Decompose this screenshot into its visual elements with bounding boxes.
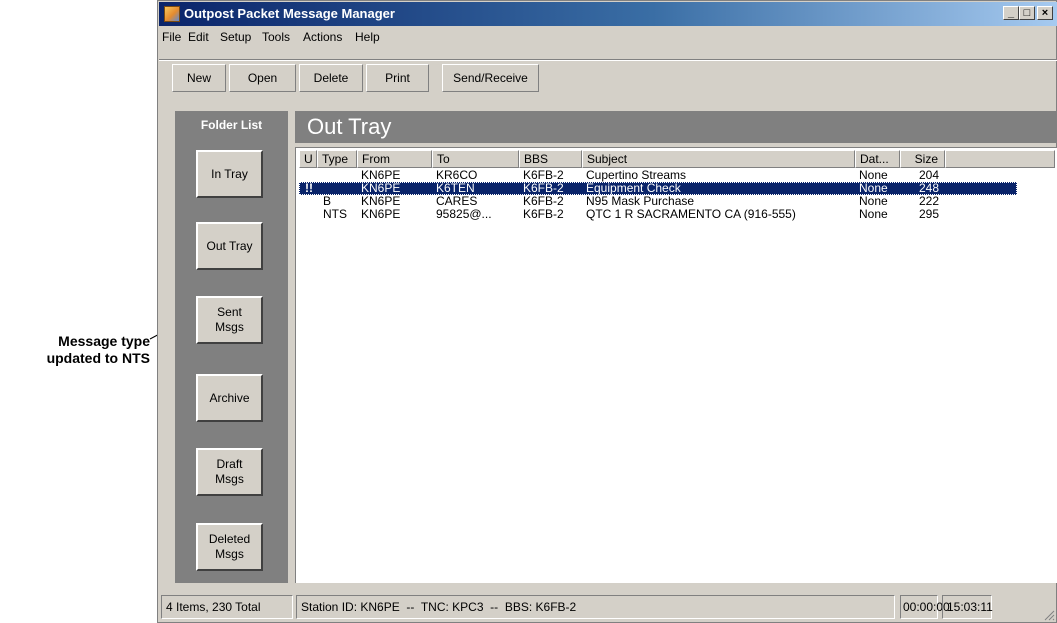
folder-out-tray-label: Out Tray (206, 238, 253, 253)
cell-bbs: K6FB-2 (523, 182, 564, 195)
folder-archive-label: Archive (209, 390, 250, 405)
list-header: U Type From To BBS Subject Dat... Size (299, 150, 1055, 168)
cell-type: B (323, 195, 332, 208)
menu-setup[interactable]: Setup (220, 30, 251, 44)
cell-bbs: K6FB-2 (523, 208, 564, 221)
column-unread[interactable]: U (299, 150, 317, 168)
cell-to: CARES (436, 195, 478, 208)
cell-date: None (859, 195, 888, 208)
folder-deleted-msgs[interactable]: Deleted Msgs (196, 523, 263, 571)
outpost-app-icon[interactable] (164, 6, 180, 22)
cell-type: NTS (323, 208, 347, 221)
folder-list-title: Folder List (200, 118, 263, 132)
table-row[interactable]: KN6PE KR6CO K6FB-2 Cupertino Streams Non… (299, 169, 1017, 182)
table-row[interactable]: B KN6PE CARES K6FB-2 N95 Mask Purchase N… (299, 195, 1017, 208)
menu-help[interactable]: Help (355, 30, 380, 44)
column-from[interactable]: From (357, 150, 432, 168)
folder-deleted-msgs-label: Deleted Msgs (208, 532, 251, 561)
folder-out-tray[interactable]: Out Tray (196, 222, 263, 270)
status-timer: 00:00:00 (900, 595, 950, 619)
window-title: Outpost Packet Message Manager (184, 6, 395, 21)
minimize-button[interactable]: _ (1003, 6, 1019, 20)
cell-to: K6TEN (436, 182, 475, 195)
cell-bbs: K6FB-2 (523, 195, 564, 208)
table-row-selected[interactable]: !! KN6PE K6TEN K6FB-2 Equipment Check No… (299, 182, 1017, 195)
close-button[interactable]: × (1037, 6, 1053, 20)
cell-size: 295 (918, 208, 939, 221)
status-clock: 15:03:11 (942, 595, 993, 619)
cell-subject: QTC 1 R SACRAMENTO CA (916-555) (586, 208, 796, 221)
print-button[interactable]: Print (366, 64, 429, 92)
delete-button[interactable]: Delete (299, 64, 363, 92)
folder-in-tray[interactable]: In Tray (196, 150, 263, 198)
cell-size: 248 (918, 182, 939, 195)
folder-archive[interactable]: Archive (196, 374, 263, 422)
cell-from: KN6PE (361, 208, 401, 221)
menu-actions[interactable]: Actions (303, 30, 342, 44)
status-station-info: Station ID: KN6PE -- TNC: KPC3 -- BBS: K… (296, 595, 895, 619)
cell-unread: !! (305, 182, 313, 195)
cell-subject: N95 Mask Purchase (586, 195, 695, 208)
toolbar: New Open Delete Print Send/Receive (159, 47, 1057, 97)
folder-list-panel: Folder List In Tray Out Tray Sent Msgs A… (175, 111, 288, 583)
cell-bbs: K6FB-2 (523, 169, 564, 182)
column-subject[interactable]: Subject (582, 150, 855, 168)
annotation-line-2: updated to NTS (46, 350, 150, 366)
column-to[interactable]: To (432, 150, 519, 168)
annotation-line-1: Message type (58, 333, 150, 349)
folder-draft-msgs-label: Draft Msgs (215, 457, 244, 486)
menu-edit[interactable]: Edit (188, 30, 209, 44)
cell-date: None (859, 208, 888, 221)
annotation-label: Message type updated to NTS (0, 333, 150, 367)
new-button[interactable]: New (172, 64, 226, 92)
cell-subject: Equipment Check (586, 182, 681, 195)
status-bar: 4 Items, 230 Total Station ID: KN6PE -- … (159, 587, 1057, 623)
folder-in-tray-label: In Tray (211, 166, 248, 181)
tray-header: Out Tray (295, 111, 1057, 143)
folder-sent-msgs[interactable]: Sent Msgs (196, 296, 263, 344)
cell-to: 95825@... (436, 208, 492, 221)
cell-date: None (859, 169, 888, 182)
maximize-button[interactable]: □ (1019, 6, 1035, 20)
cell-size: 204 (918, 169, 939, 182)
cell-from: KN6PE (361, 195, 401, 208)
menu-tools[interactable]: Tools (262, 30, 290, 44)
app-window: Outpost Packet Message Manager _ □ × Fil… (157, 0, 1057, 623)
menu-bar: File Edit Setup Tools Actions Help (159, 27, 1057, 47)
cell-from: KN6PE (361, 169, 401, 182)
column-bbs[interactable]: BBS (519, 150, 582, 168)
folder-sent-msgs-label: Sent Msgs (215, 305, 244, 334)
resize-grip-icon[interactable] (1043, 609, 1055, 621)
status-item-count: 4 Items, 230 Total (161, 595, 293, 619)
column-filler (945, 150, 1055, 168)
message-list[interactable]: U Type From To BBS Subject Dat... Size K… (295, 147, 1057, 583)
toolbar-divider (159, 59, 1057, 61)
tray-title: Out Tray (307, 114, 392, 139)
column-size[interactable]: Size (900, 150, 945, 168)
table-row[interactable]: NTS KN6PE 95825@... K6FB-2 QTC 1 R SACRA… (299, 208, 1017, 221)
open-button[interactable]: Open (229, 64, 296, 92)
menu-file[interactable]: File (162, 30, 181, 44)
send-receive-button[interactable]: Send/Receive (442, 64, 539, 92)
folder-draft-msgs[interactable]: Draft Msgs (196, 448, 263, 496)
column-type[interactable]: Type (317, 150, 357, 168)
cell-to: KR6CO (436, 169, 478, 182)
cell-date: None (859, 182, 888, 195)
cell-size: 222 (918, 195, 939, 208)
cell-from: KN6PE (361, 182, 401, 195)
cell-subject: Cupertino Streams (586, 169, 687, 182)
column-date[interactable]: Dat... (855, 150, 900, 168)
title-bar[interactable]: Outpost Packet Message Manager _ □ × (159, 2, 1057, 26)
